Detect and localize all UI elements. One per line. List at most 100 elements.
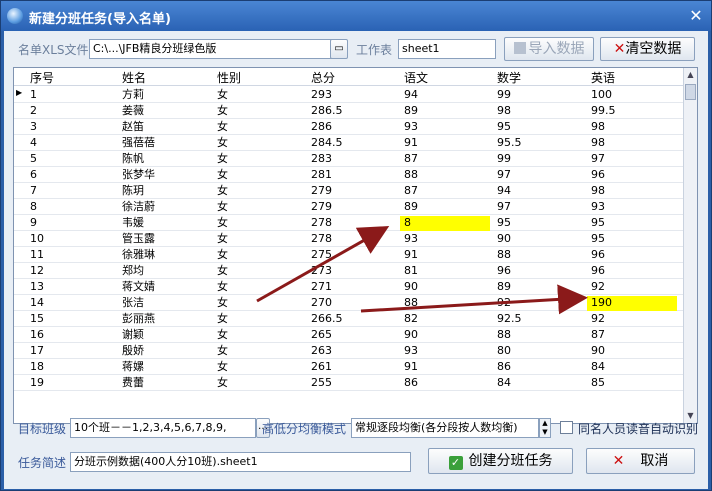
table-cell: 99: [497, 152, 511, 165]
sheet-label: 工作表: [356, 43, 393, 57]
title-bar[interactable]: 新建分班任务(导入名单) ✕: [1, 1, 711, 31]
table-cell: 92: [497, 296, 511, 309]
clear-data-button[interactable]: ✕清空数据: [600, 37, 695, 61]
table-cell: 98: [591, 136, 605, 149]
table-cell: 姜薇: [122, 104, 144, 117]
col-header-name: 姓名: [122, 71, 147, 85]
table-row[interactable]: 6 张梦华 女 281 88 97 96: [14, 167, 684, 183]
balance-mode-select[interactable]: 常规逐段均衡(各分段按人数均衡): [351, 418, 539, 438]
create-task-button[interactable]: ✓ 创建分班任务: [428, 448, 573, 474]
table-row[interactable]: 2 姜薇 女 286.5 89 98 99.5: [14, 103, 684, 119]
table-row[interactable]: 17 殷娇 女 263 93 80 90: [14, 343, 684, 359]
file-path-field[interactable]: C:\...\JFB精良分班绿色版: [89, 39, 332, 59]
table-cell: 97: [497, 168, 511, 181]
table-cell: 女: [217, 104, 228, 117]
table-cell: 女: [217, 360, 228, 373]
table-cell: 93: [404, 232, 418, 245]
table-cell: 蒋文婧: [122, 280, 155, 293]
table-row[interactable]: 16 谢颖 女 265 90 88 87: [14, 327, 684, 343]
table-cell: 89: [497, 280, 511, 293]
table-row[interactable]: 10 管玉露 女 278 93 90 95: [14, 231, 684, 247]
table-row[interactable]: 14 张洁 女 270 88 92 190: [14, 295, 684, 311]
table-cell: 12: [30, 264, 44, 277]
table-row[interactable]: 13 蒋文婧 女 271 90 89 92: [14, 279, 684, 295]
pinyin-auto-label: 同名人员读音自动识别: [578, 422, 699, 436]
table-cell: 278: [311, 232, 332, 245]
table-cell: 96: [591, 248, 605, 261]
table-row[interactable]: 18 蒋嫘 女 261 91 86 84: [14, 359, 684, 375]
vertical-scrollbar[interactable]: ▲ ▼: [683, 68, 697, 423]
table-cell: 女: [217, 376, 228, 389]
table-cell: 93: [591, 200, 605, 213]
table-cell: 90: [404, 280, 418, 293]
table-row[interactable]: 1 方莉 女 293 94 99 100: [14, 87, 684, 103]
table-row[interactable]: 3 赵笛 女 286 93 95 98: [14, 119, 684, 135]
import-data-button[interactable]: 导入数据: [504, 37, 594, 61]
table-cell: 女: [217, 312, 228, 325]
table-row[interactable]: 4 强蓓蓓 女 284.5 91 95.5 98: [14, 135, 684, 151]
table-cell: 女: [217, 296, 228, 309]
table-cell: 10: [30, 232, 44, 245]
table-row[interactable]: 9 韦媛 女 278 8 95 95: [14, 215, 684, 231]
table-cell: 286: [311, 120, 332, 133]
scroll-thumb[interactable]: [685, 84, 696, 100]
browse-folder-button[interactable]: ▭: [330, 39, 348, 59]
table-cell: 88: [404, 168, 418, 181]
table-row[interactable]: 19 费蕾 女 255 86 84 85: [14, 375, 684, 391]
table-cell: 9: [30, 216, 37, 229]
table-cell: 98: [591, 120, 605, 133]
table-cell: 266.5: [311, 312, 343, 325]
table-cell: 271: [311, 280, 332, 293]
table-cell: 强蓓蓓: [122, 136, 155, 149]
table-cell: 96: [591, 168, 605, 181]
table-cell: 16: [30, 328, 44, 341]
target-class-field[interactable]: 10个班－－1,2,3,4,5,6,7,8,9,: [70, 418, 256, 438]
table-row[interactable]: 12 郑均 女 273 81 96 96: [14, 263, 684, 279]
table-cell: 张梦华: [122, 168, 155, 181]
table-cell: 263: [311, 344, 332, 357]
table-cell: 17: [30, 344, 44, 357]
table-cell: 90: [497, 232, 511, 245]
cancel-button[interactable]: ✕ 取消: [586, 448, 695, 474]
table-cell: 88: [404, 296, 418, 309]
table-cell: 85: [591, 376, 605, 389]
check-icon: ✓: [448, 456, 463, 470]
col-header-id: 序号: [30, 71, 55, 85]
table-cell: 91: [404, 248, 418, 261]
task-desc-field[interactable]: 分班示例数据(400人分10班).sheet1: [70, 452, 411, 472]
table-cell: 97: [497, 200, 511, 213]
app-globe-icon: [7, 8, 23, 24]
col-header-math: 数学: [497, 71, 522, 85]
col-header-chinese: 语文: [404, 71, 429, 85]
scroll-up-icon[interactable]: ▲: [684, 68, 697, 82]
balance-mode-spin-icon[interactable]: ▲ ▼: [539, 418, 551, 438]
table-cell: 1: [30, 88, 37, 101]
table-cell: 8: [400, 216, 490, 231]
table-cell: 方莉: [122, 88, 144, 101]
table-cell: 95: [497, 120, 511, 133]
table-row[interactable]: 7 陈玥 女 279 87 94 98: [14, 183, 684, 199]
table-cell: 95: [497, 216, 511, 229]
table-cell: 女: [217, 120, 228, 133]
table-cell: 95.5: [497, 136, 522, 149]
table-row[interactable]: 11 徐雅琳 女 275 91 88 96: [14, 247, 684, 263]
close-button[interactable]: ✕: [687, 7, 705, 25]
table-cell: 265: [311, 328, 332, 341]
table-row[interactable]: 5 陈帆 女 283 87 99 97: [14, 151, 684, 167]
table-cell: 女: [217, 248, 228, 261]
table-cell: 19: [30, 376, 44, 389]
file-label: 名单XLS文件: [18, 43, 89, 57]
table-row[interactable]: 15 彭丽燕 女 266.5 82 92.5 92: [14, 311, 684, 327]
table-cell: 4: [30, 136, 37, 149]
pinyin-auto-checkbox[interactable]: [560, 421, 573, 434]
sheet-select[interactable]: sheet1: [398, 39, 496, 59]
table-cell: 81: [404, 264, 418, 277]
table-cell: 14: [30, 296, 44, 309]
student-table[interactable]: 序号 姓名 性别 总分 语文 数学 英语 ▶ 1 方莉女 293 94 99 100 2 姜薇…: [13, 67, 698, 424]
table-cell: 283: [311, 152, 332, 165]
table-cell: 女: [217, 280, 228, 293]
table-cell: 96: [497, 264, 511, 277]
table-row[interactable]: 8 徐洁蔚 女 279 89 97 93: [14, 199, 684, 215]
table-cell: 徐雅琳: [122, 248, 155, 261]
table-cell: 87: [404, 152, 418, 165]
